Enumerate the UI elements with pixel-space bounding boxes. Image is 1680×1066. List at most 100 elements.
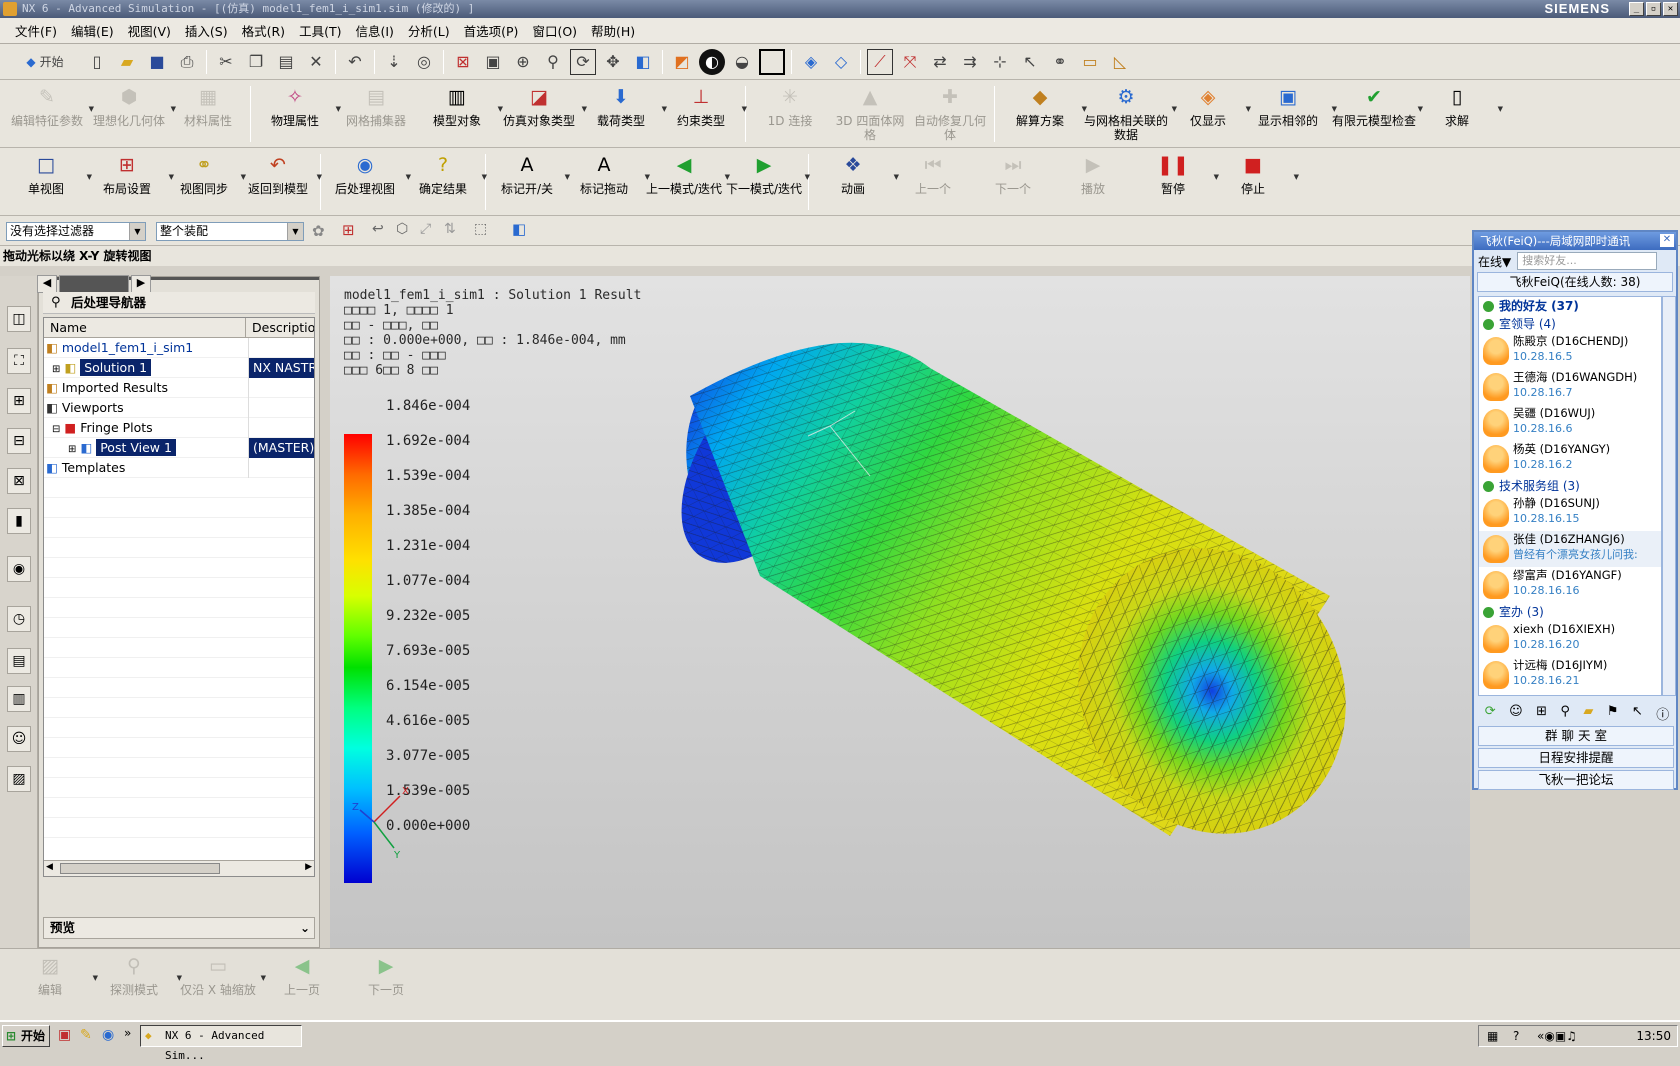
close-icon[interactable]: ✕ bbox=[1660, 234, 1674, 247]
network-icon[interactable]: ⊞ bbox=[1536, 704, 1547, 724]
select-feature-icon[interactable]: ⬡ bbox=[396, 221, 408, 237]
friend-list-scrollbar[interactable] bbox=[1662, 296, 1676, 696]
ribbon-button-animation[interactable]: ❖ 动画 ▼ bbox=[813, 148, 899, 214]
palette-icon[interactable]: ▨ bbox=[7, 766, 31, 792]
friend-item[interactable]: 张佳 (D16ZHANGJ6) 曾经有个漂亮女孩儿问我: bbox=[1479, 531, 1661, 567]
help-icon[interactable]: ? bbox=[1513, 1026, 1519, 1046]
friend-group[interactable]: 室领导 (4) bbox=[1479, 315, 1661, 333]
ribbon-button-marker-drag[interactable]: A 标记拖动 ▼ bbox=[564, 148, 650, 214]
bottom-button-page-down[interactable]: ▶ 下一页 bbox=[344, 949, 428, 1015]
assembly-navigator-icon[interactable]: ⛶ bbox=[7, 348, 31, 374]
save-icon[interactable]: ■ bbox=[144, 49, 170, 75]
section-icon[interactable]: ◇ bbox=[828, 49, 854, 75]
ribbon-button-physical-prop[interactable]: ✧ 物理属性 ▼ bbox=[255, 80, 341, 146]
ribbon-button-idealize[interactable]: ⬢ 理想化几何体 ▼ bbox=[88, 80, 176, 146]
column-description[interactable]: Description bbox=[246, 318, 314, 337]
measure-icon[interactable]: ⇄ bbox=[927, 49, 953, 75]
ribbon-button-marker-toggle[interactable]: A 标记开/关 ▼ bbox=[490, 148, 570, 214]
select-icon[interactable]: ⇣ bbox=[381, 49, 407, 75]
ribbon-button-auto-heal[interactable]: ✚ 自动修复几何体 bbox=[910, 80, 990, 146]
render-style-icon[interactable]: ◐ bbox=[699, 48, 725, 75]
paste-icon[interactable]: ▤ bbox=[273, 49, 299, 75]
column-name[interactable]: Name bbox=[44, 318, 246, 337]
ribbon-button-mesh-collector[interactable]: ▤ 网格捕集器 bbox=[335, 80, 417, 146]
friend-search-input[interactable]: 搜索好友... bbox=[1517, 252, 1658, 270]
ribbon-button-model-object[interactable]: ▥ 模型对象 ▼ bbox=[417, 80, 503, 146]
info-icon[interactable]: ⓘ bbox=[1656, 704, 1669, 724]
filter-select[interactable]: 没有选择过滤器 ▼ bbox=[6, 222, 146, 241]
share-icon[interactable]: ⚑ bbox=[1607, 704, 1619, 724]
friend-item[interactable]: 王德海 (D16WANGDH) 10.28.16.7 bbox=[1479, 369, 1661, 405]
roles-icon[interactable]: ☺ bbox=[7, 726, 31, 752]
quicklaunch-icon[interactable]: ◉ bbox=[102, 1027, 114, 1043]
tree-row[interactable]: ⊟ ■ Fringe Plots bbox=[44, 418, 314, 438]
scroll-track[interactable] bbox=[59, 275, 129, 293]
menu-window[interactable]: 窗口(O) bbox=[525, 21, 584, 40]
friend-item[interactable]: 吴疆 (D16WUJ) 10.28.16.6 bbox=[1479, 405, 1661, 441]
simulation-navigator-icon[interactable]: ⊟ bbox=[7, 428, 31, 454]
ribbon-button-solve[interactable]: ▯ 求解 ▼ bbox=[1417, 80, 1503, 146]
view-cube-icon[interactable]: ◧ bbox=[630, 49, 656, 75]
ribbon-button-single-view[interactable]: □ 单视图 ▼ bbox=[6, 148, 92, 214]
expand-icon[interactable]: ⊞ bbox=[68, 444, 76, 455]
ribbon-button-next-frame[interactable]: ⏭ 下一个 bbox=[973, 148, 1053, 214]
show-hide-icon[interactable]: ◎ bbox=[411, 49, 437, 75]
chevron-right-icon[interactable]: » bbox=[124, 1026, 131, 1040]
graphics-viewport[interactable]: model1_fem1_i_sim1 : Solution 1 Result □… bbox=[330, 276, 1470, 948]
ribbon-button-prev-frame[interactable]: ⏮ 上一个 bbox=[893, 148, 973, 214]
ribbon-button-solution[interactable]: ◆ 解算方案 ▼ bbox=[999, 80, 1087, 146]
snap-icon[interactable]: ⤧ bbox=[897, 49, 923, 75]
menu-edit[interactable]: 编辑(E) bbox=[64, 21, 121, 40]
pan-icon[interactable]: ✥ bbox=[600, 49, 626, 75]
ribbon-button-play[interactable]: ▶ 播放 bbox=[1053, 148, 1133, 214]
arrow-icon[interactable]: ↖ bbox=[1632, 704, 1643, 724]
ribbon-button-identify-result[interactable]: ? 确定结果 ▼ bbox=[405, 148, 487, 214]
menu-format[interactable]: 格式(R) bbox=[235, 21, 292, 40]
ribbon-button-tet-mesh[interactable]: ▲ 3D 四面体网格 bbox=[830, 80, 910, 146]
friend-group[interactable]: 技术服务组 (3) bbox=[1479, 477, 1661, 495]
process-studio-icon[interactable]: ▥ bbox=[7, 686, 31, 712]
dropdown-arrow-icon[interactable]: ▼ bbox=[317, 170, 322, 184]
web-browser-icon[interactable]: ◉ bbox=[7, 556, 31, 582]
menu-info[interactable]: 信息(I) bbox=[348, 21, 400, 40]
friend-group[interactable]: 室办 (3) bbox=[1479, 603, 1661, 621]
tray-icons[interactable]: «◉▣♫ bbox=[1537, 1026, 1577, 1046]
ribbon-button-prev-mode[interactable]: ◀ 上一模式/迭代 ▼ bbox=[644, 148, 730, 214]
ribbon-button-constraint-type[interactable]: ⊥ 约束类型 ▼ bbox=[661, 80, 747, 146]
select-face-icon[interactable]: ⤢ bbox=[420, 221, 431, 237]
part-navigator-icon[interactable]: ◫ bbox=[7, 306, 31, 332]
ribbon-button-mesh-data[interactable]: ⚙ 与网格相关联的数据 ▼ bbox=[1081, 80, 1177, 146]
close-button[interactable]: ✕ bbox=[1663, 2, 1678, 16]
tree-row[interactable]: ◧ Templates bbox=[44, 458, 314, 478]
tree-hscrollbar[interactable]: ◀ ▶ bbox=[44, 860, 314, 876]
ribbon-button-sim-object[interactable]: ◪ 仿真对象类型 ▼ bbox=[497, 80, 587, 146]
friend-group[interactable]: 我的好友 (37) bbox=[1479, 297, 1661, 315]
refresh-icon[interactable]: ⟳ bbox=[1485, 704, 1496, 724]
menu-help[interactable]: 帮助(H) bbox=[584, 21, 642, 40]
menu-file[interactable]: 文件(F) bbox=[8, 21, 64, 40]
fit-icon[interactable]: ⊠ bbox=[450, 49, 476, 75]
ribbon-button-return-model[interactable]: ↶ 返回到模型 ▼ bbox=[240, 148, 322, 214]
scroll-right-button[interactable]: ▶ bbox=[131, 275, 151, 293]
friend-item[interactable]: 陈殿京 (D16CHENDJ) 10.28.16.5 bbox=[1479, 333, 1661, 369]
undo-icon[interactable]: ↶ bbox=[342, 49, 368, 75]
select-edge-icon[interactable]: ⇅ bbox=[444, 221, 456, 237]
quicklaunch-icon[interactable]: ✎ bbox=[80, 1027, 92, 1043]
pin-icon[interactable]: ⚲ bbox=[51, 292, 61, 314]
tree-row[interactable]: ◧ Imported Results bbox=[44, 378, 314, 398]
scroll-left-button[interactable]: ◀ bbox=[37, 275, 57, 293]
bottom-button-edit-graph[interactable]: ▨ 编辑 ▼ bbox=[8, 949, 98, 1015]
ribbon-button-edit-feature[interactable]: ✎ 编辑特征参数 ▼ bbox=[6, 80, 94, 146]
scroll-left-icon[interactable]: ◀ bbox=[46, 862, 53, 872]
pick-icon[interactable]: ↖ bbox=[1017, 49, 1043, 75]
delete-icon[interactable]: ✕ bbox=[303, 49, 329, 75]
background-icon[interactable] bbox=[759, 48, 785, 75]
ribbon-button-stop[interactable]: ■ 停止 ▼ bbox=[1213, 148, 1299, 214]
start-menu-button[interactable]: ⊞ 开始 bbox=[2, 1025, 50, 1047]
history-icon[interactable]: ◷ bbox=[7, 606, 31, 632]
taskbar-item-nx[interactable]: ◆ NX 6 - Advanced Sim... bbox=[140, 1025, 302, 1062]
tree-row[interactable]: ⊞ ◧Post View 1 (MASTER) 位 bbox=[44, 438, 314, 458]
ribbon-button-show-only[interactable]: ◈ 仅显示 ▼ bbox=[1171, 80, 1251, 146]
system-materials-icon[interactable]: ▤ bbox=[7, 648, 31, 674]
reuse-library-icon[interactable]: ▮ bbox=[7, 508, 31, 534]
